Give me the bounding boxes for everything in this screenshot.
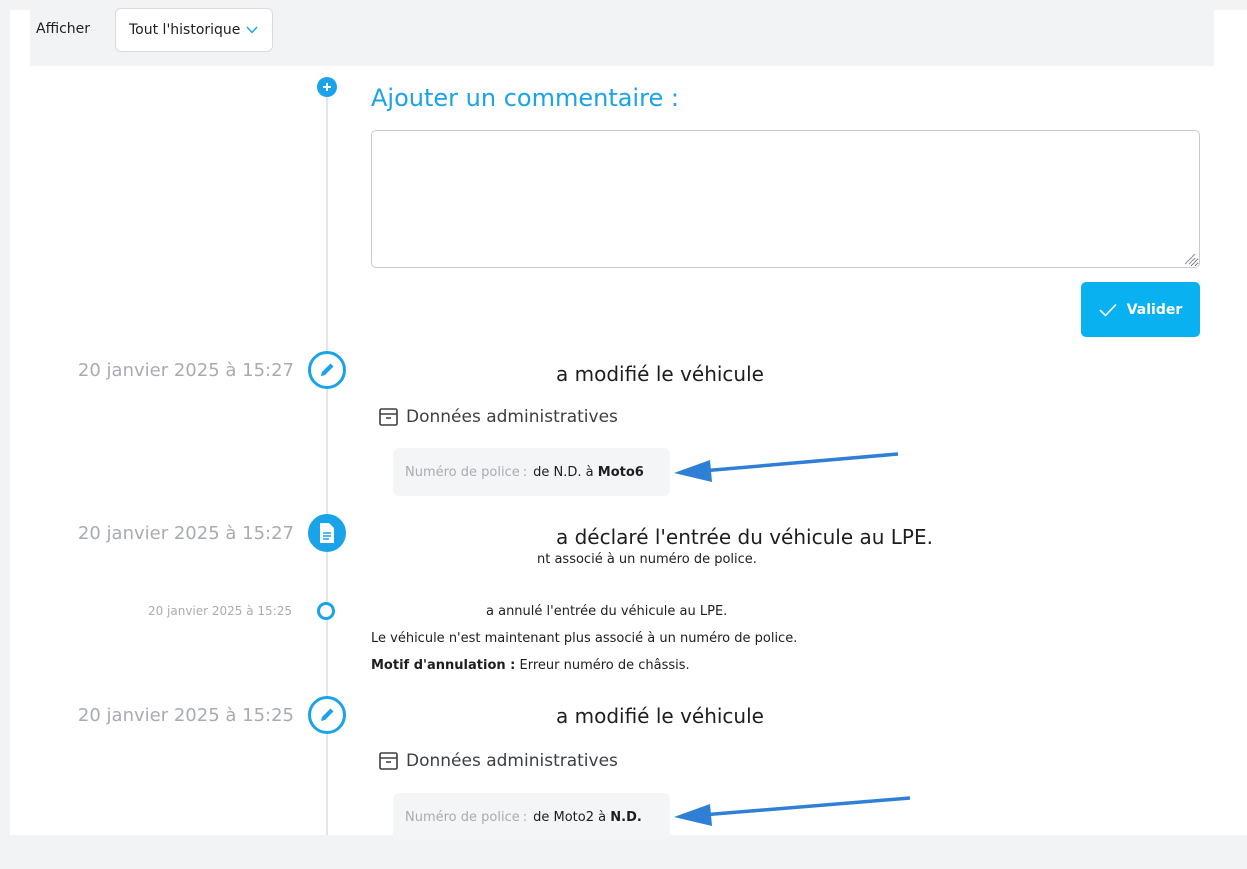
history-filter-select[interactable]: Tout l'historique: [115, 8, 273, 52]
check-icon: [1099, 303, 1117, 317]
plus-circle-icon: [317, 77, 337, 97]
add-comment-title: Ajouter un commentaire :: [371, 84, 679, 112]
validate-button[interactable]: Valider: [1081, 282, 1200, 337]
cancel-reason-value: Erreur numéro de châssis.: [519, 658, 690, 673]
event-heading: a modifié le véhicule: [556, 362, 764, 386]
change-from: N.D.: [553, 464, 582, 480]
change-separator: :: [522, 464, 528, 480]
validate-button-label: Valider: [1126, 301, 1183, 318]
section-title-label: Données administratives: [406, 751, 618, 771]
change-connector: à: [598, 809, 607, 825]
change-chip: Numéro de police : de Moto2 à N.D.: [393, 793, 670, 841]
event-body: Le véhicule n'est maintenant plus associ…: [371, 631, 798, 646]
filter-label: Afficher: [36, 21, 91, 37]
change-connector: à: [585, 464, 594, 480]
change-separator: :: [522, 809, 528, 825]
event-dot: [317, 602, 335, 620]
annotation-arrow: [674, 796, 911, 826]
event-date: 20 janvier 2025 à 15:27: [77, 523, 294, 544]
change-prefix: de: [533, 809, 550, 825]
document-icon: [308, 514, 346, 552]
comment-textarea[interactable]: [371, 130, 1200, 268]
resize-grip-icon[interactable]: [1182, 251, 1196, 265]
event-date: 20 janvier 2025 à 15:27: [77, 360, 294, 381]
event-body: nt associé à un numéro de police.: [537, 552, 757, 567]
change-to: Moto6: [597, 464, 644, 480]
event-heading: a annulé l'entrée du véhicule au LPE.: [486, 604, 728, 619]
change-field-label: Numéro de police: [405, 809, 520, 825]
section-title: Données administratives: [379, 751, 618, 771]
change-chip: Numéro de police : de N.D. à Moto6: [393, 448, 670, 496]
pencil-icon: [308, 351, 346, 389]
annotation-arrow: [674, 452, 899, 482]
pencil-icon: [308, 696, 346, 734]
filter-select-value: Tout l'historique: [129, 22, 241, 38]
event-heading: a déclaré l'entrée du véhicule au LPE.: [556, 525, 933, 549]
change-prefix: de: [533, 464, 550, 480]
cancel-reason-label: Motif d'annulation :: [371, 658, 516, 673]
section-title: Données administratives: [379, 407, 618, 427]
archive-icon: [379, 752, 398, 770]
change-to: N.D.: [610, 809, 642, 825]
cancel-reason: Motif d'annulation : Erreur numéro de ch…: [371, 658, 690, 673]
chevron-down-icon: [246, 26, 258, 34]
change-from: Moto2: [553, 809, 595, 825]
archive-icon: [379, 408, 398, 426]
change-field-label: Numéro de police: [405, 464, 520, 480]
event-date: 20 janvier 2025 à 15:25: [77, 705, 294, 726]
event-date: 20 janvier 2025 à 15:25: [147, 604, 292, 618]
section-title-label: Données administratives: [406, 407, 618, 427]
event-heading: a modifié le véhicule: [556, 704, 764, 728]
